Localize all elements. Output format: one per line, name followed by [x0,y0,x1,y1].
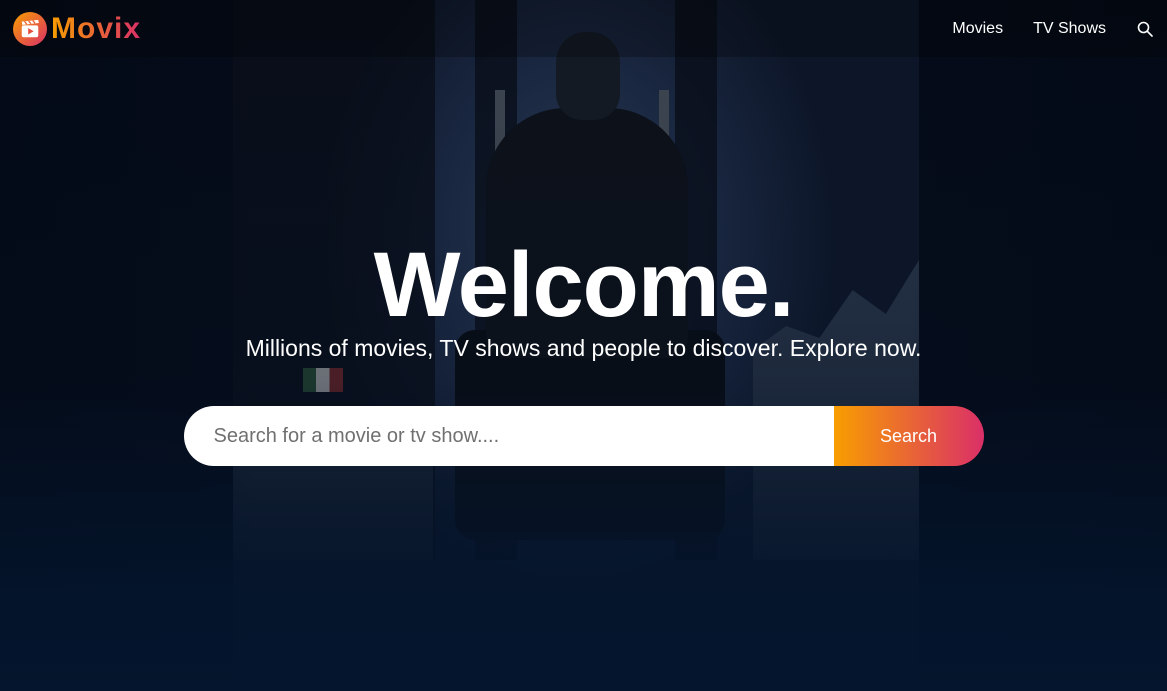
hero-subtitle: Millions of movies, TV shows and people … [245,335,922,361]
main-nav: Movies TV Shows [922,20,1153,38]
header: Movix Movies TV Shows [0,0,1167,57]
nav-item-movies[interactable]: Movies [952,20,1003,38]
hero-section: Welcome. Millions of movies, TV shows an… [0,235,1167,466]
search-bar: Search [183,406,984,466]
logo-text: Movix [51,11,142,45]
search-button[interactable]: Search [833,406,984,466]
search-icon[interactable] [1137,21,1153,37]
search-input[interactable] [183,406,834,466]
hero-title: Welcome. [373,234,795,336]
nav-item-tv-shows[interactable]: TV Shows [1033,20,1106,38]
logo[interactable]: Movix [13,11,142,46]
clapperboard-play-icon [13,11,47,46]
